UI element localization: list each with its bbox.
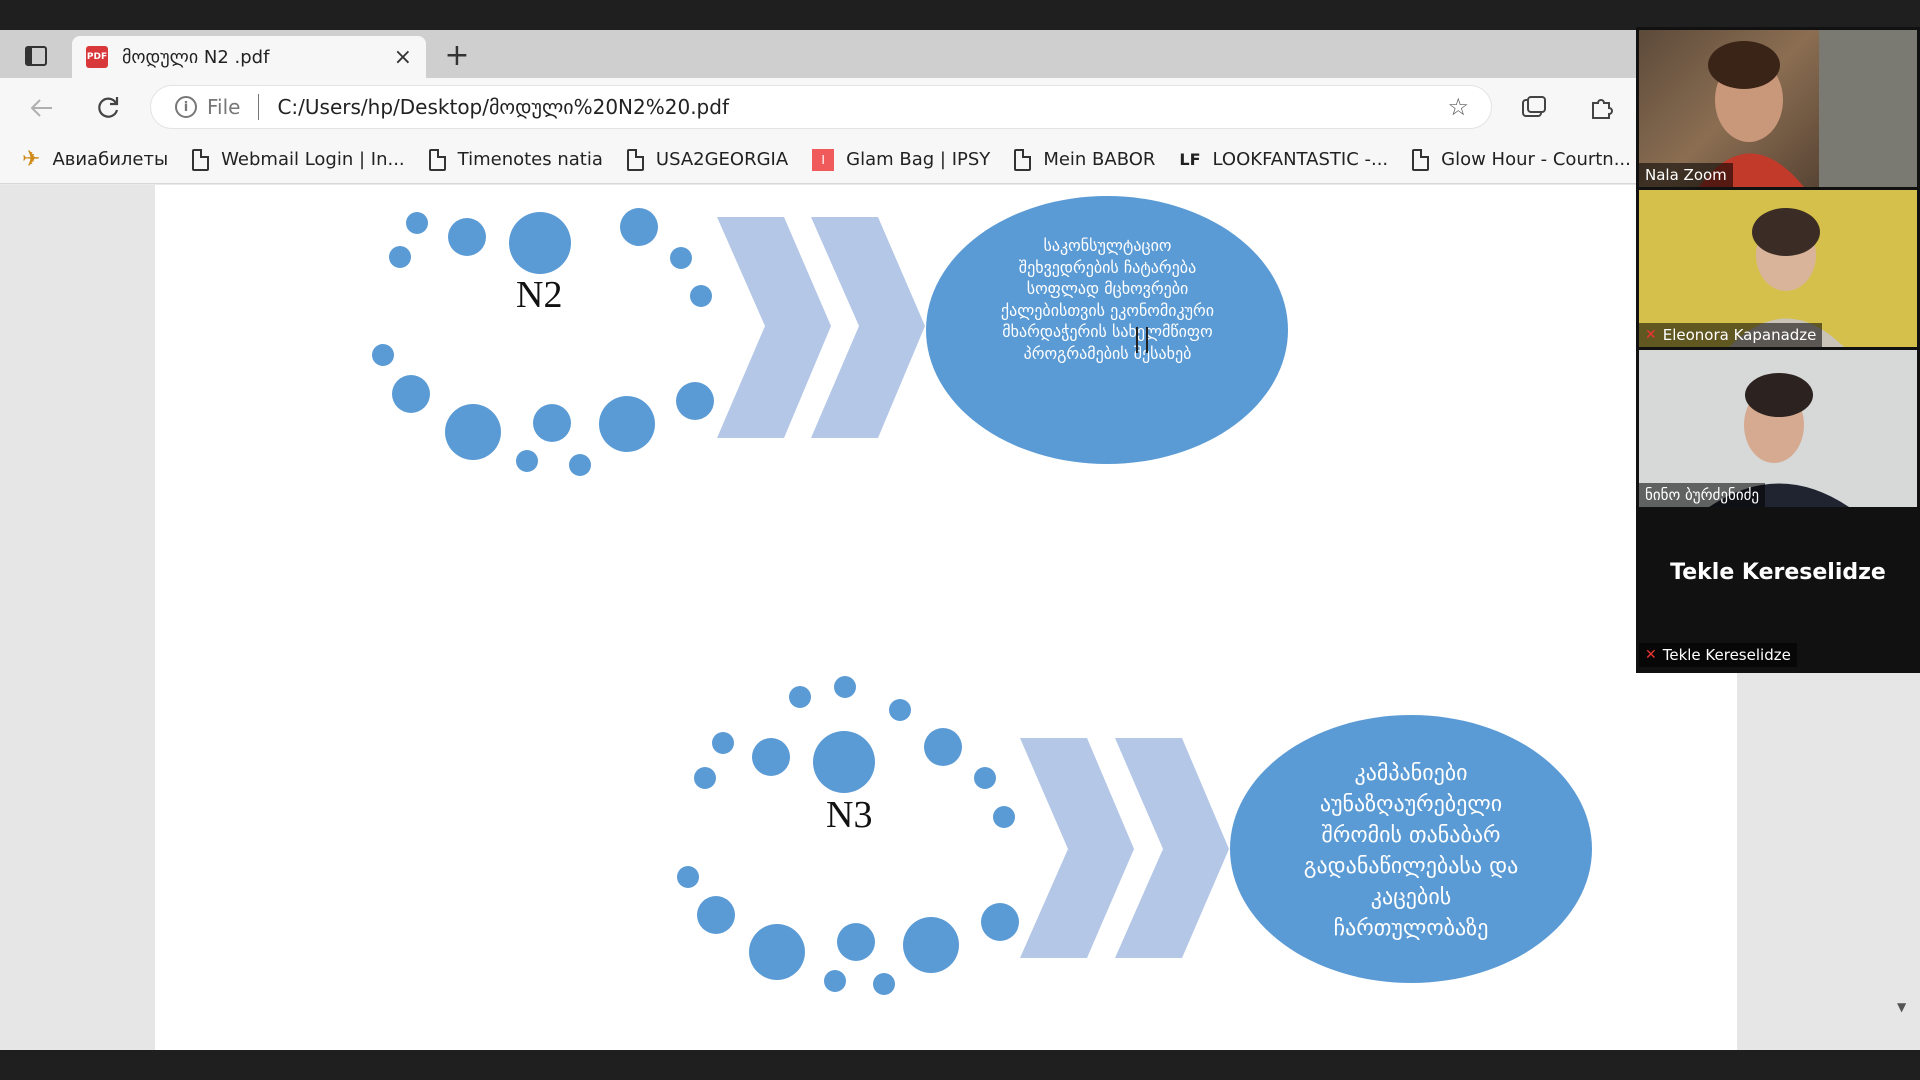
- n2-text-line: მხარდაჭერის სახელმწიფო: [1002, 322, 1213, 341]
- n2-text-line: საკონსულტაციო: [1043, 236, 1172, 255]
- scroll-down-arrow-icon[interactable]: ▼: [1897, 1000, 1906, 1014]
- participant-name-label: ✕ Tekle Kereselidze: [1639, 643, 1797, 667]
- site-info-icon[interactable]: i: [175, 96, 197, 118]
- participant-display-name: Tekle Kereselidze: [1670, 560, 1886, 585]
- reload-button[interactable]: [90, 90, 126, 126]
- bookmark-webmail[interactable]: Webmail Login | In...: [192, 148, 405, 171]
- participant-name-label: ნინო ბურძენიძე: [1639, 483, 1766, 507]
- bookmark-label: Glam Bag | IPSY: [846, 149, 991, 170]
- video-tile-eleonora[interactable]: ✕ Eleonora Kapanadze: [1639, 190, 1917, 347]
- reload-icon: [98, 97, 119, 118]
- n3-ellipse-text: კამპანიები აუნაზღაურებელი შრომის თანაბარ…: [1255, 758, 1567, 944]
- collections-icon: [1522, 96, 1546, 117]
- back-arrow-icon: [30, 99, 52, 117]
- n3-text-line: აუნაზღაურებელი: [1319, 792, 1503, 817]
- url-text[interactable]: C:/Users/hp/Desktop/მოდული%20N2%20.pdf: [277, 95, 1447, 119]
- n2-text-line: პროგრამების შესახებ: [1023, 343, 1192, 363]
- navigation-bar: i File C:/Users/hp/Desktop/მოდული%20N2%2…: [0, 78, 1920, 136]
- puzzle-icon: [1592, 99, 1613, 119]
- n3-label: N3: [826, 794, 873, 836]
- n2-ellipse-text: საკონსულტაციო შეხვედრების ჩატარება სოფლა…: [955, 235, 1260, 364]
- pdf-file-icon: PDF: [86, 46, 108, 68]
- bookmarks-bar: ✈ Авиабилеты Webmail Login | In... Timen…: [0, 136, 1920, 184]
- bookmark-babor[interactable]: Mein BABOR: [1014, 148, 1156, 171]
- page-icon: [1412, 148, 1430, 171]
- lf-icon: LF: [1179, 150, 1201, 169]
- tab-active-pdf[interactable]: PDF მოდული N2 .pdf ×: [72, 36, 426, 78]
- n3-text-line: კაცების: [1370, 885, 1452, 910]
- browser-window: PDF მოდული N2 .pdf × + i File C:/Users/h…: [0, 30, 1920, 1050]
- page-icon: [1014, 148, 1032, 171]
- bookmark-label: Webmail Login | In...: [221, 149, 405, 170]
- ipsy-icon: I: [812, 148, 835, 171]
- n2-text-line: სოფლად მცხოვრები: [1026, 279, 1189, 298]
- video-tile-tekle[interactable]: Tekle Kereselidze ✕ Tekle Kereselidze: [1639, 510, 1917, 667]
- bookmark-label: USA2GEORGIA: [655, 149, 789, 170]
- bookmark-lookfantastic[interactable]: LF LOOKFANTASTIC -...: [1179, 149, 1388, 170]
- extensions-button[interactable]: [1584, 90, 1620, 126]
- n3-text-line: ჩართულობაზე: [1333, 916, 1489, 941]
- text-cursor-icon: [1136, 327, 1148, 353]
- address-bar[interactable]: i File C:/Users/hp/Desktop/მოდული%20N2%2…: [150, 85, 1492, 129]
- new-tab-button[interactable]: +: [440, 40, 474, 74]
- n3-text-line: გადანაწილებასა და: [1303, 854, 1519, 879]
- bookmark-glowhour[interactable]: Glow Hour - Courtn...: [1412, 148, 1631, 171]
- address-separator: [258, 94, 260, 120]
- participant-name-label: ✕ Eleonora Kapanadze: [1639, 323, 1823, 347]
- bookmark-label: LOOKFANTASTIC -...: [1212, 149, 1389, 170]
- n2-dot-ring: [372, 208, 714, 476]
- bookmark-aviabilety[interactable]: ✈ Авиабилеты: [22, 147, 168, 172]
- n3-text-line: შრომის თანაბარ: [1321, 823, 1501, 848]
- zoom-participants-panel: Nala Zoom ✕ Eleonora Kapanadze ნინო ბურძე…: [1636, 27, 1920, 673]
- bottom-black-bar: [0, 1050, 1920, 1080]
- participant-name-label: Nala Zoom: [1639, 163, 1733, 187]
- page-icon: [626, 148, 644, 171]
- page-icon: [192, 148, 210, 171]
- bookmark-ipsy[interactable]: I Glam Bag | IPSY: [812, 148, 991, 171]
- bookmark-label: Авиабилеты: [52, 149, 169, 170]
- n3-text-line: კამპანიები: [1354, 761, 1468, 786]
- video-tile-nala[interactable]: Nala Zoom: [1639, 30, 1917, 187]
- tab-actions-icon: [25, 46, 47, 66]
- n2-label: N2: [516, 274, 563, 316]
- n2-chevrons: [717, 217, 925, 438]
- bookmark-label: Mein BABOR: [1043, 149, 1156, 170]
- address-scheme-label: File: [207, 95, 241, 119]
- tab-actions-button[interactable]: [14, 38, 58, 74]
- add-favorite-star-icon[interactable]: ☆: [1447, 93, 1469, 121]
- n2-text-line: შეხვედრების ჩატარება: [1018, 257, 1197, 277]
- page-icon: [428, 148, 446, 171]
- top-black-bar: [0, 0, 1920, 30]
- video-tile-nino[interactable]: ნინო ბურძენიძე: [1639, 350, 1917, 507]
- bookmark-timenotes[interactable]: Timenotes natia: [428, 148, 603, 171]
- bookmark-usa2georgia[interactable]: USA2GEORGIA: [626, 148, 789, 171]
- tab-title: მოდული N2 .pdf: [122, 46, 270, 68]
- tab-strip: PDF მოდული N2 .pdf × +: [0, 30, 1920, 78]
- pdf-viewer[interactable]: N2 საკონსულტაციო შეხვედრების ჩატარება სო…: [0, 185, 1920, 1050]
- bookmark-label: Glow Hour - Courtn...: [1441, 149, 1631, 170]
- mic-off-icon: ✕: [1645, 327, 1657, 343]
- tab-close-button[interactable]: ×: [394, 45, 412, 70]
- back-button[interactable]: [24, 90, 60, 126]
- n2-text-line: ქალებისთვის ეკონომიკური: [1000, 300, 1215, 320]
- collections-button[interactable]: [1516, 90, 1552, 126]
- pdf-page: N2 საკონსულტაციო შეხვედრების ჩატარება სო…: [155, 185, 1737, 1050]
- n3-chevrons: [1020, 738, 1229, 958]
- bookmark-label: Timenotes natia: [457, 149, 603, 170]
- mic-off-icon: ✕: [1645, 647, 1657, 663]
- plane-icon: ✈: [22, 147, 41, 172]
